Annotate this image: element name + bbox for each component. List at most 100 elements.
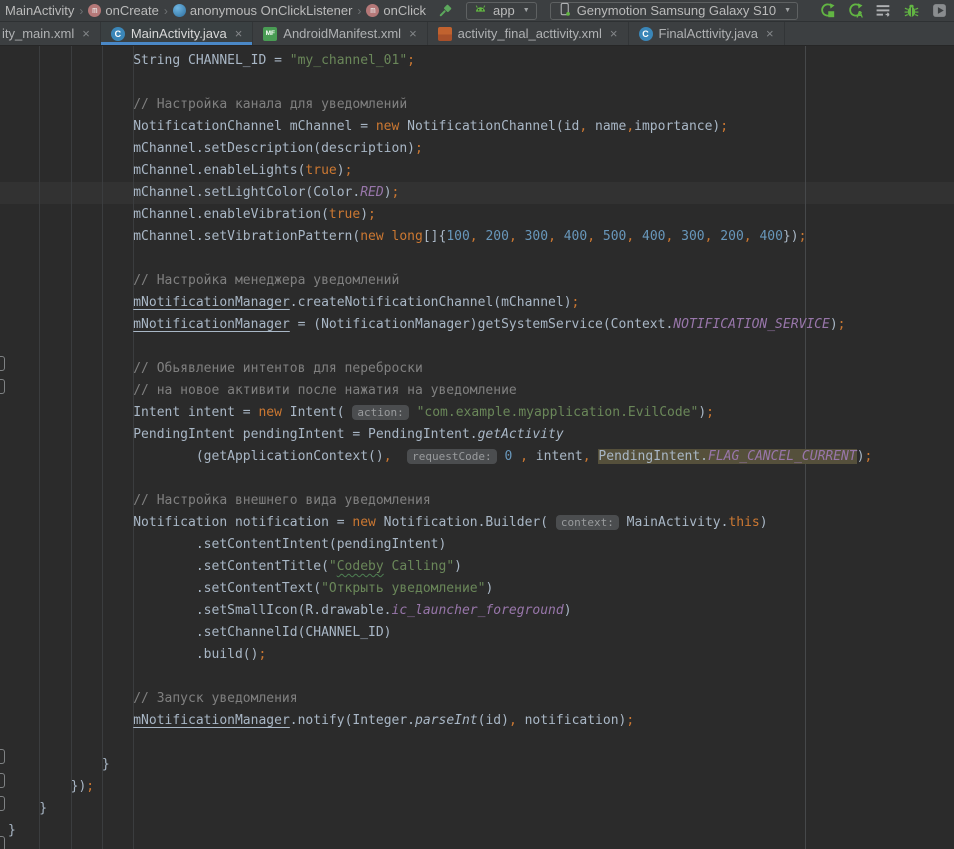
breadcrumb-oncreate[interactable]: monCreate: [85, 3, 161, 18]
code-line[interactable]: mNotificationManager.notify(Integer.pars…: [8, 710, 872, 732]
code-content[interactable]: String CHANNEL_ID = "my_channel_01"; // …: [8, 50, 872, 842]
code-token: ,: [470, 229, 478, 244]
code-line[interactable]: mChannel.setVibrationPattern(new long[]{…: [8, 226, 872, 248]
close-tab-icon[interactable]: ×: [82, 26, 90, 41]
code-token: 200: [720, 229, 743, 244]
code-token: [384, 229, 392, 244]
code-token: ,: [384, 449, 392, 464]
code-line[interactable]: // на новое активити после нажатия на ув…: [8, 380, 872, 402]
code-token: Calling": [384, 559, 454, 574]
code-line[interactable]: PendingIntent pendingIntent = PendingInt…: [8, 424, 872, 446]
code-line[interactable]: .build();: [8, 644, 872, 666]
code-token: PendingIntent.: [598, 449, 708, 464]
code-token: [634, 229, 642, 244]
code-line[interactable]: [8, 468, 872, 490]
code-token: 100: [446, 229, 469, 244]
code-line[interactable]: Notification notification = new Notifica…: [8, 512, 872, 534]
code-token: [595, 229, 603, 244]
tab-activity-final-acttivity-xml[interactable]: activity_final_acttivity.xml×: [428, 22, 629, 45]
code-line[interactable]: mChannel.setDescription(description);: [8, 138, 872, 160]
method-icon: m: [88, 4, 101, 17]
chevron-right-icon: ›: [162, 4, 170, 18]
code-line[interactable]: mChannel.enableLights(true);: [8, 160, 872, 182]
tab-ity-main-xml[interactable]: ity_main.xml×: [0, 22, 101, 45]
fold-marker[interactable]: [0, 773, 5, 788]
tab-finalacttivity-java[interactable]: CFinalActtivity.java×: [629, 22, 785, 45]
code-line[interactable]: }: [8, 798, 872, 820]
code-line[interactable]: }: [8, 754, 872, 776]
svg-text:A: A: [856, 9, 863, 19]
apply-code-changes-icon[interactable]: A: [847, 2, 864, 19]
code-line[interactable]: .setContentIntent(pendingIntent): [8, 534, 872, 556]
code-token: // Настройка менеджера уведомлений: [8, 273, 399, 288]
debug-icon[interactable]: [903, 2, 920, 19]
code-token: ;: [838, 317, 846, 332]
code-line[interactable]: NotificationChannel mChannel = new Notif…: [8, 116, 872, 138]
code-line[interactable]: .setContentTitle("Codeby Calling"): [8, 556, 872, 578]
code-line[interactable]: }: [8, 820, 872, 842]
fold-marker[interactable]: [0, 356, 5, 371]
tab-androidmanifest-xml[interactable]: MFAndroidManifest.xml×: [253, 22, 427, 45]
code-token: Codeby: [337, 559, 384, 574]
event-log-icon[interactable]: [875, 2, 892, 19]
code-token: String CHANNEL_ID =: [8, 53, 290, 68]
fold-marker[interactable]: [0, 796, 5, 811]
code-line[interactable]: [8, 248, 872, 270]
main-toolbar: MainActivity›monCreate›anonymous OnClick…: [0, 0, 954, 22]
device-label: Genymotion Samsung Galaxy S10: [577, 3, 776, 18]
code-line[interactable]: mChannel.setLightColor(Color.RED);: [8, 182, 872, 204]
code-line[interactable]: (getApplicationContext(), requestCode: 0…: [8, 446, 872, 468]
code-token: ,: [520, 449, 528, 464]
profiler-icon[interactable]: [931, 2, 948, 19]
breadcrumb-onclick[interactable]: monClick: [363, 3, 429, 18]
layout-xml-icon: [438, 27, 452, 41]
code-line[interactable]: mNotificationManager = (NotificationMana…: [8, 314, 872, 336]
code-line[interactable]: [8, 732, 872, 754]
code-line[interactable]: mNotificationManager.createNotificationC…: [8, 292, 872, 314]
code-line[interactable]: String CHANNEL_ID = "my_channel_01";: [8, 50, 872, 72]
fold-marker[interactable]: [0, 836, 5, 849]
code-token: long: [392, 229, 423, 244]
code-token: ): [698, 405, 706, 420]
code-line[interactable]: // Запуск уведомления: [8, 688, 872, 710]
code-line[interactable]: .setChannelId(CHANNEL_ID): [8, 622, 872, 644]
chevron-down-icon: ▼: [523, 7, 530, 14]
code-token: [517, 229, 525, 244]
code-line[interactable]: .setContentText("Открыть уведомление"): [8, 578, 872, 600]
run-configuration-select[interactable]: app ▼: [466, 2, 537, 20]
close-tab-icon[interactable]: ×: [409, 26, 417, 41]
code-line[interactable]: Intent intent = new Intent( action: "com…: [8, 402, 872, 424]
code-token: ;: [392, 185, 400, 200]
build-hammer-icon[interactable]: [437, 3, 453, 19]
editor[interactable]: String CHANNEL_ID = "my_channel_01"; // …: [0, 46, 954, 849]
breadcrumbs: MainActivity›monCreate›anonymous OnClick…: [0, 3, 429, 18]
code-token: mChannel.enableLights(: [8, 163, 305, 178]
code-line[interactable]: .setSmallIcon(R.drawable.ic_launcher_for…: [8, 600, 872, 622]
breadcrumb-mainactivity[interactable]: MainActivity: [2, 3, 77, 18]
code-token: // Запуск уведомления: [8, 691, 298, 706]
code-token: ): [830, 317, 838, 332]
code-token: 300: [525, 229, 548, 244]
code-line[interactable]: [8, 666, 872, 688]
device-select[interactable]: Genymotion Samsung Galaxy S10 ▼: [550, 2, 798, 20]
code-token: .createNotificationChannel(mChannel): [290, 295, 572, 310]
close-tab-icon[interactable]: ×: [610, 26, 618, 41]
code-line[interactable]: // Обьявление интентов для переброски: [8, 358, 872, 380]
code-line[interactable]: mChannel.enableVibration(true);: [8, 204, 872, 226]
fold-marker[interactable]: [0, 379, 5, 394]
code-token: FLAG_CANCEL_CURRENT: [708, 449, 857, 464]
code-line[interactable]: });: [8, 776, 872, 798]
close-tab-icon[interactable]: ×: [235, 26, 243, 41]
code-token: .setContentText(: [8, 581, 321, 596]
code-line[interactable]: [8, 336, 872, 358]
fold-marker[interactable]: [0, 749, 5, 764]
parameter-hint: requestCode:: [407, 449, 496, 464]
close-tab-icon[interactable]: ×: [766, 26, 774, 41]
code-line[interactable]: // Настройка внешнего вида уведомления: [8, 490, 872, 512]
code-line[interactable]: // Настройка канала для уведомлений: [8, 94, 872, 116]
code-line[interactable]: [8, 72, 872, 94]
apply-changes-restart-icon[interactable]: [819, 2, 836, 19]
code-line[interactable]: // Настройка менеджера уведомлений: [8, 270, 872, 292]
breadcrumb-anonymous-onclicklistener[interactable]: anonymous OnClickListener: [170, 3, 356, 18]
tab-mainactivity-java[interactable]: CMainActivity.java×: [101, 22, 253, 45]
